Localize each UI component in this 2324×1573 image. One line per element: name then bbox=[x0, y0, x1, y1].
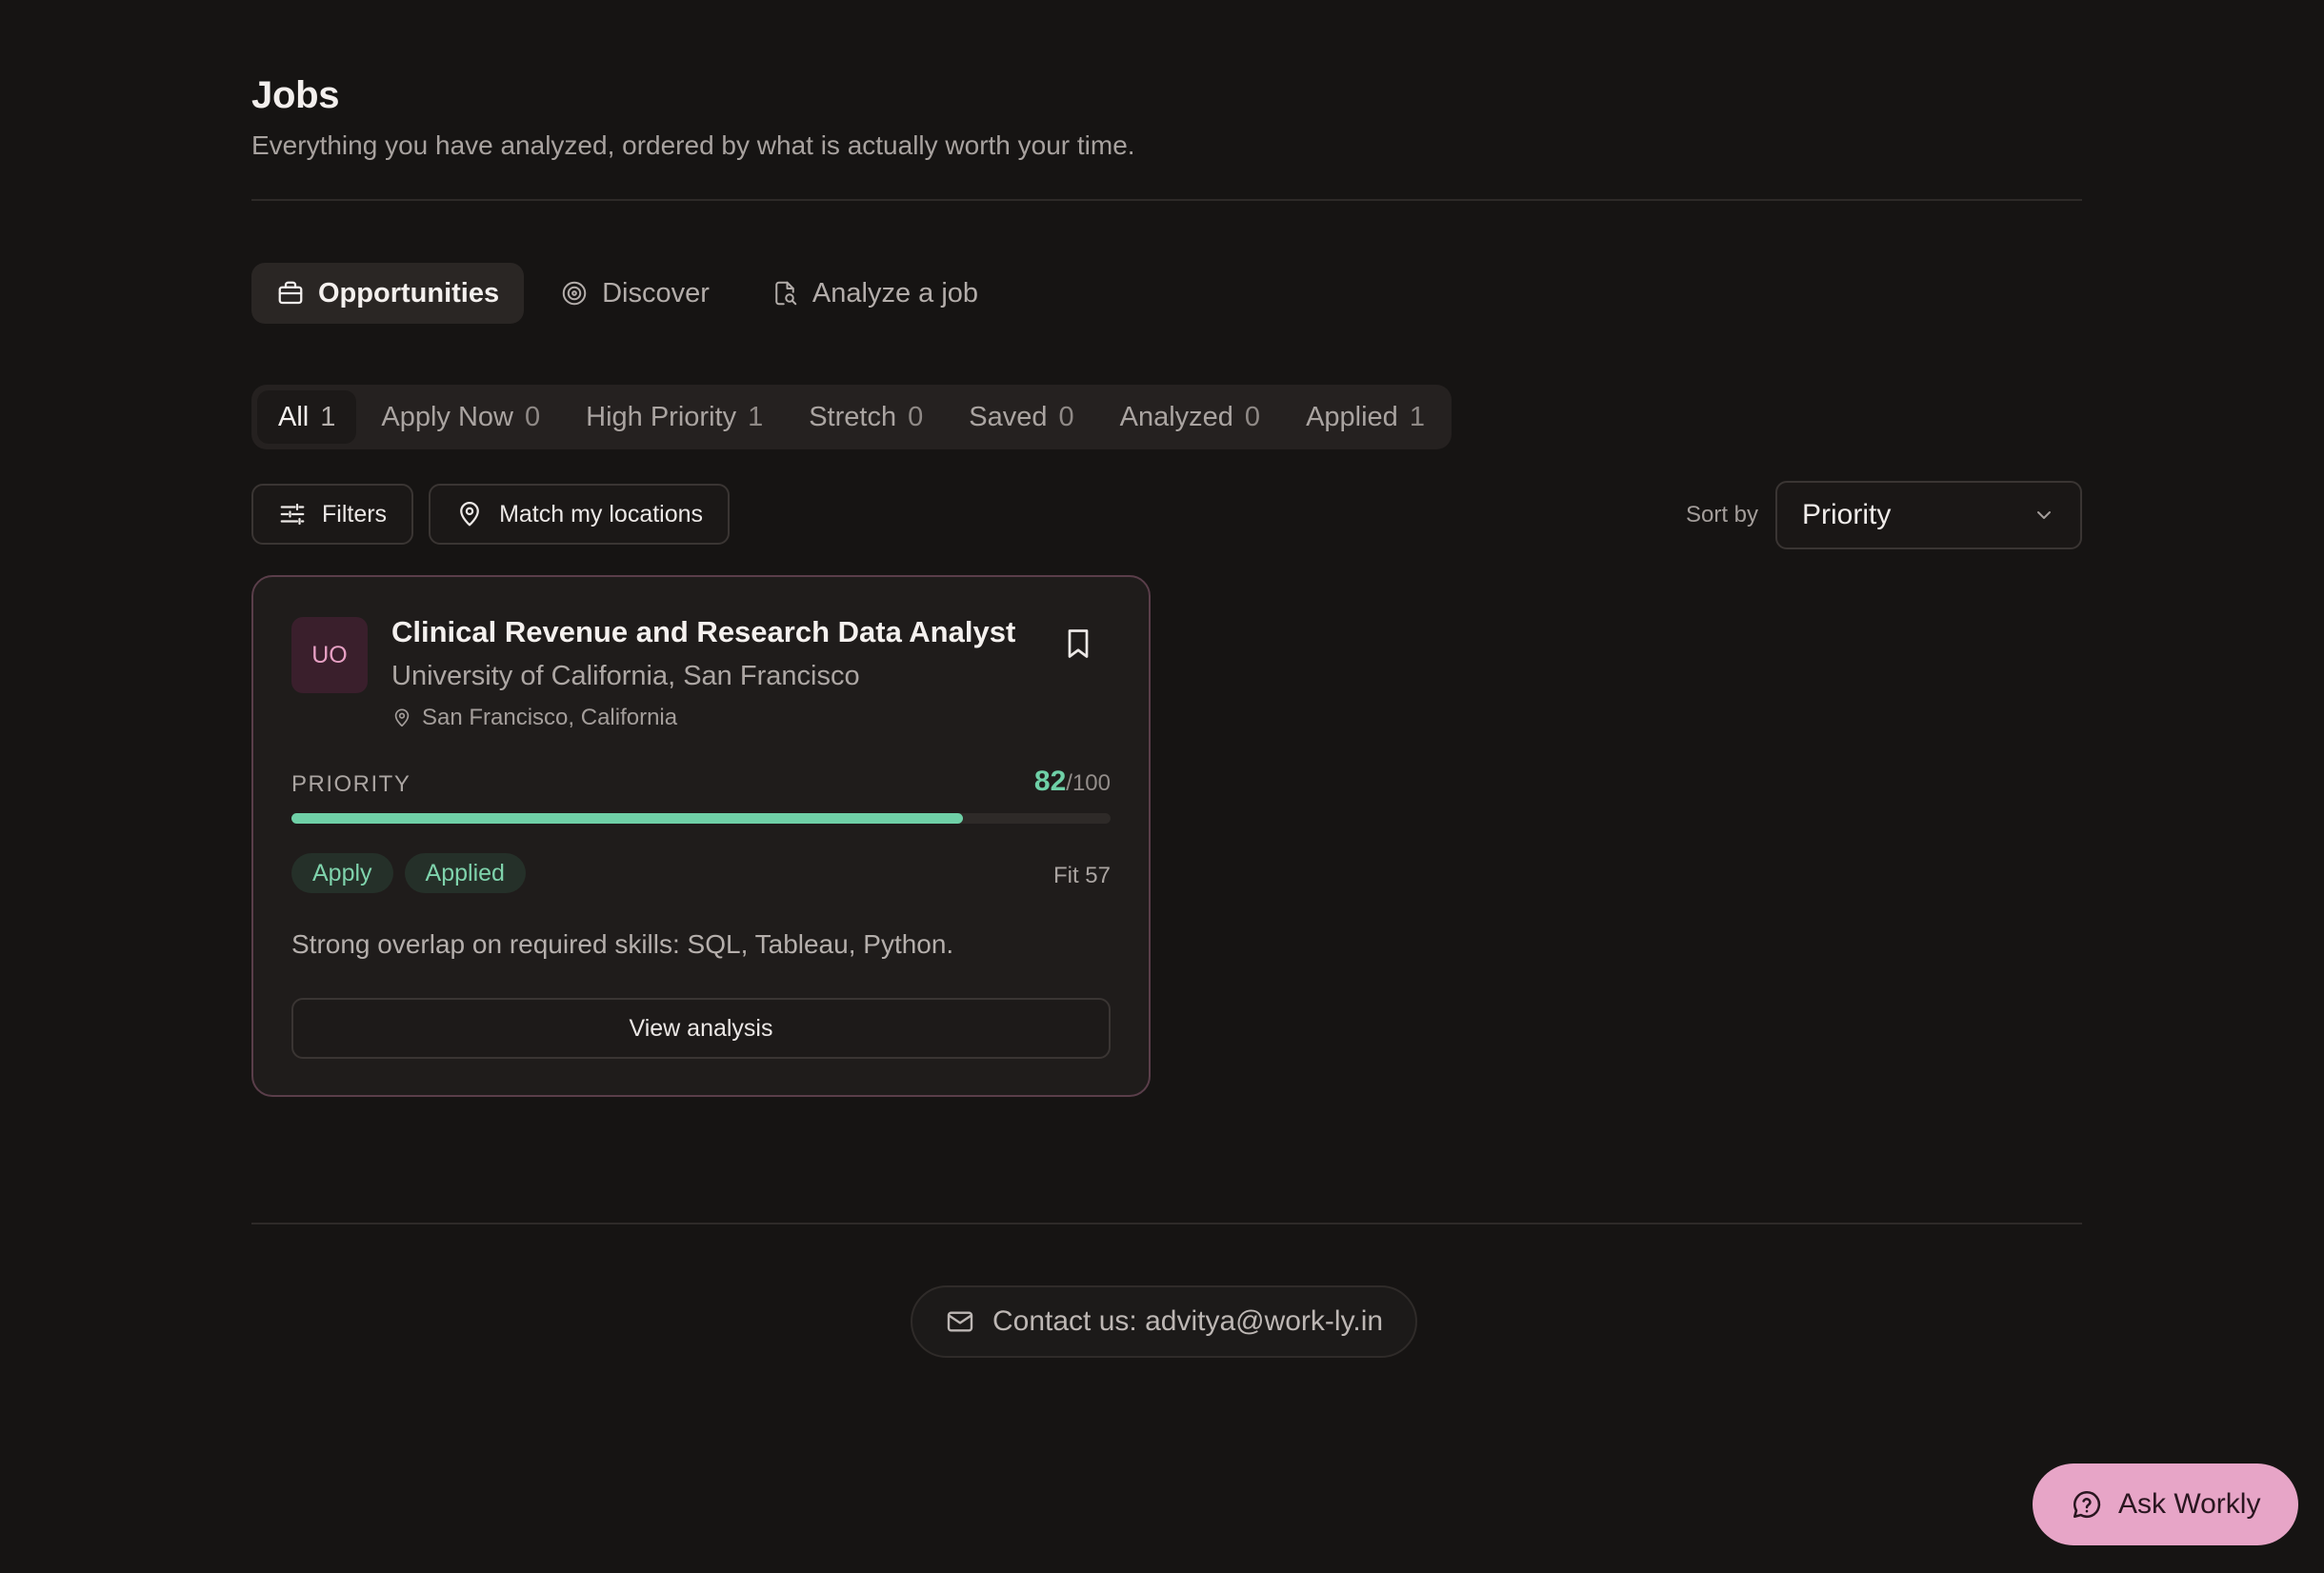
job-location: San Francisco, California bbox=[391, 705, 677, 731]
sort-value: Priority bbox=[1802, 499, 1892, 530]
job-card[interactable]: UO Clinical Revenue and Research Data An… bbox=[251, 575, 1151, 1097]
page-title: Jobs bbox=[251, 74, 340, 116]
header-divider bbox=[251, 199, 2082, 201]
filter-tab-label: Saved bbox=[969, 401, 1048, 432]
filter-tab-analyzed[interactable]: Analyzed 0 bbox=[1099, 390, 1281, 444]
tab-analyze-job-label: Analyze a job bbox=[811, 277, 979, 309]
filter-tab-count: 1 bbox=[748, 401, 764, 432]
ask-assistant-button[interactable]: Ask Workly bbox=[2033, 1463, 2299, 1545]
map-pin-icon bbox=[394, 708, 410, 727]
job-summary: Strong overlap on required skills: SQL, … bbox=[291, 929, 954, 959]
filter-tab-count: 1 bbox=[320, 401, 336, 432]
tab-opportunities[interactable]: Opportunities bbox=[251, 263, 525, 324]
map-pin-icon bbox=[460, 502, 479, 527]
tab-analyze-job[interactable]: Analyze a job bbox=[746, 263, 1003, 324]
tab-discover[interactable]: Discover bbox=[535, 263, 734, 324]
company-name: University of California, San Francisco bbox=[391, 661, 860, 691]
filter-tab-saved[interactable]: Saved 0 bbox=[948, 390, 1094, 444]
filter-tab-all[interactable]: All 1 bbox=[257, 390, 357, 444]
filter-tab-count: 0 bbox=[1058, 401, 1074, 432]
bookmark-icon[interactable] bbox=[1061, 627, 1095, 661]
status-filter-tabs: All 1 Apply Now 0 High Priority 1 Stretc… bbox=[251, 385, 1452, 449]
page-header: Jobs Everything you have analyzed, order… bbox=[251, 74, 2082, 161]
filter-tab-high-priority[interactable]: High Priority 1 bbox=[565, 390, 784, 444]
contact-text: Contact us: advitya@work-ly.in bbox=[992, 1305, 1384, 1337]
company-avatar: UO bbox=[291, 617, 368, 693]
sort-label: Sort by bbox=[1685, 502, 1758, 528]
filter-tab-label: Analyzed bbox=[1119, 401, 1233, 432]
job-location-text: San Francisco, California bbox=[422, 705, 678, 730]
sliders-icon bbox=[280, 503, 305, 526]
match-locations-label: Match my locations bbox=[499, 500, 704, 528]
document-search-icon bbox=[775, 281, 797, 306]
filter-tab-applied[interactable]: Applied 1 bbox=[1285, 390, 1446, 444]
list-toolbar: Filters Match my locations bbox=[251, 484, 731, 545]
priority-bar bbox=[291, 813, 1111, 824]
view-analysis-button[interactable]: View analysis bbox=[291, 998, 1111, 1059]
mail-icon bbox=[947, 1311, 973, 1332]
fit-score: Fit 57 bbox=[1052, 863, 1111, 888]
filter-tab-count: 0 bbox=[525, 401, 541, 432]
filter-tab-count: 0 bbox=[1244, 401, 1261, 432]
filters-button-label: Filters bbox=[322, 500, 388, 528]
nav-tabs: Opportunities Discover Analyze a job bbox=[251, 263, 1003, 324]
priority-label: PRIORITY bbox=[291, 771, 411, 797]
priority-score: 82/100 bbox=[1034, 766, 1111, 798]
page-subtitle: Everything you have analyzed, ordered by… bbox=[251, 130, 1135, 160]
jobs-page: Jobs Everything you have analyzed, order… bbox=[0, 0, 2324, 1573]
chat-help-icon bbox=[2073, 1490, 2101, 1519]
job-title[interactable]: Clinical Revenue and Research Data Analy… bbox=[391, 615, 1015, 649]
briefcase-icon bbox=[278, 281, 303, 305]
sort-select[interactable]: Priority bbox=[1775, 481, 2082, 549]
filter-tab-label: Apply Now bbox=[381, 401, 513, 432]
job-tags: Apply Applied bbox=[291, 853, 526, 893]
tab-opportunities-label: Opportunities bbox=[318, 277, 500, 309]
contact-link[interactable]: Contact us: advitya@work-ly.in bbox=[911, 1285, 1418, 1358]
tab-discover-label: Discover bbox=[602, 277, 710, 309]
target-icon bbox=[562, 281, 587, 306]
priority-score-value: 82 bbox=[1033, 766, 1067, 797]
filter-tab-label: All bbox=[278, 401, 310, 432]
status-badge: Applied bbox=[404, 853, 526, 893]
filter-tab-count: 0 bbox=[908, 401, 924, 432]
chevron-down-icon bbox=[2037, 511, 2051, 519]
status-badge: Apply bbox=[291, 853, 393, 893]
footer-divider bbox=[251, 1223, 2082, 1225]
priority-bar-fill bbox=[291, 813, 964, 824]
priority-score-max: /100 bbox=[1066, 770, 1111, 796]
filter-tab-label: Applied bbox=[1306, 401, 1398, 432]
filter-tab-apply-now[interactable]: Apply Now 0 bbox=[360, 390, 561, 444]
filter-tab-label: High Priority bbox=[586, 401, 737, 432]
filter-tab-label: Stretch bbox=[809, 401, 897, 432]
sort-control: Sort by Priority bbox=[1686, 481, 2082, 549]
filter-tab-stretch[interactable]: Stretch 0 bbox=[788, 390, 944, 444]
filter-tab-count: 1 bbox=[1409, 401, 1425, 432]
filters-button[interactable]: Filters bbox=[251, 484, 414, 545]
match-locations-button[interactable]: Match my locations bbox=[429, 484, 731, 545]
ask-assistant-label: Ask Workly bbox=[2118, 1488, 2261, 1520]
